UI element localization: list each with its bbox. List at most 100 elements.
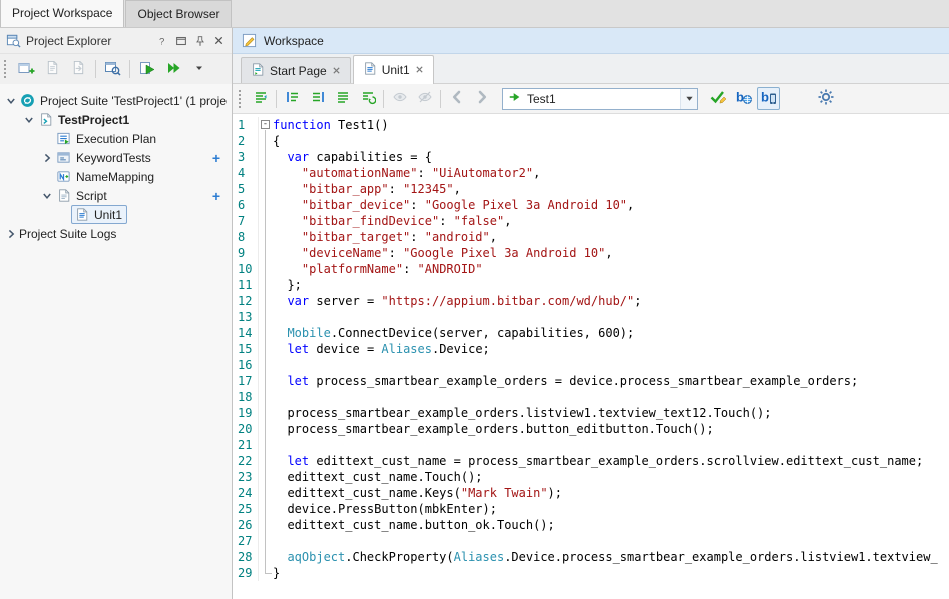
tree-item-keywordtests[interactable]: KeywordTests+	[0, 148, 232, 167]
code-line[interactable]: 1-function Test1()	[233, 117, 949, 133]
float-window-icon[interactable]	[172, 32, 189, 50]
code-line[interactable]: 20 process_smartbear_example_orders.butt…	[233, 421, 949, 437]
line-number[interactable]: 29	[233, 565, 259, 581]
code-line[interactable]: 16	[233, 357, 949, 373]
code-line[interactable]: 2{	[233, 133, 949, 149]
line-number[interactable]: 3	[233, 149, 259, 165]
code-line[interactable]: 6 "bitbar_device": "Google Pixel 3a Andr…	[233, 197, 949, 213]
code-line[interactable]: 19 process_smartbear_example_orders.list…	[233, 405, 949, 421]
line-number[interactable]: 18	[233, 389, 259, 405]
tree-item-unit1[interactable]: Unit1	[0, 205, 232, 224]
forward-arrow-button[interactable]	[470, 87, 493, 110]
tree-item-body[interactable]: NameMapping	[53, 167, 159, 186]
tree-item-body[interactable]: Execution Plan	[53, 129, 161, 148]
chevron-down-icon[interactable]	[4, 96, 17, 106]
tree-item-execution-plan[interactable]: Execution Plan	[0, 129, 232, 148]
line-number[interactable]: 27	[233, 533, 259, 549]
code-editor[interactable]: 1-function Test1()2{3 var capabilities =…	[233, 114, 949, 599]
line-number[interactable]: 11	[233, 277, 259, 293]
format-lines-button[interactable]	[331, 87, 354, 110]
object-browser-button[interactable]	[101, 58, 124, 81]
tree-item-body[interactable]: Project Suite Logs	[17, 225, 121, 243]
open-item-button[interactable]	[67, 58, 90, 81]
indent-left-button[interactable]	[281, 87, 304, 110]
code-line[interactable]: 11 };	[233, 277, 949, 293]
view-tab-project-workspace[interactable]: Project Workspace	[0, 0, 124, 27]
code-line[interactable]: 23 edittext_cust_name.Touch();	[233, 469, 949, 485]
code-line[interactable]: 3 var capabilities = {	[233, 149, 949, 165]
line-number[interactable]: 1	[233, 117, 259, 133]
add-project-suite-button[interactable]	[15, 58, 38, 81]
tree-item-body[interactable]: Project Suite 'TestProject1' (1 project)	[17, 91, 232, 110]
line-number[interactable]: 13	[233, 309, 259, 325]
chevron-down-icon[interactable]	[40, 191, 53, 201]
code-line[interactable]: 12 var server = "https://appium.bitbar.c…	[233, 293, 949, 309]
line-number[interactable]: 24	[233, 485, 259, 501]
tree-item-script[interactable]: Script +	[0, 186, 232, 205]
line-number[interactable]: 22	[233, 453, 259, 469]
view-designer-button[interactable]	[413, 87, 436, 110]
run-all-button[interactable]	[161, 58, 184, 81]
code-line[interactable]: 18	[233, 389, 949, 405]
tree-item-project-suite-testproject1-1-project[interactable]: Project Suite 'TestProject1' (1 project)	[0, 91, 232, 110]
dropdown-caret-button[interactable]	[187, 58, 210, 81]
bitbar-device-button[interactable]: b	[757, 87, 780, 110]
combo-dropdown-button[interactable]	[680, 89, 697, 109]
tree-item-body[interactable]: TestProject1	[35, 110, 134, 129]
line-number[interactable]: 26	[233, 517, 259, 533]
close-icon[interactable]	[210, 32, 227, 50]
tree-item-body[interactable]: Script	[53, 186, 112, 205]
line-number[interactable]: 20	[233, 421, 259, 437]
tree-item-testproject1[interactable]: TestProject1	[0, 110, 232, 129]
line-number[interactable]: 4	[233, 165, 259, 181]
code-line[interactable]: 26 edittext_cust_name.button_ok.Touch();	[233, 517, 949, 533]
line-number[interactable]: 5	[233, 181, 259, 197]
line-number[interactable]: 19	[233, 405, 259, 421]
line-number[interactable]: 15	[233, 341, 259, 357]
code-line[interactable]: 8 "bitbar_target": "android",	[233, 229, 949, 245]
code-line[interactable]: 17 let process_smartbear_example_orders …	[233, 373, 949, 389]
settings-gear-button[interactable]	[814, 87, 837, 110]
code-line[interactable]: 15 let device = Aliases.Device;	[233, 341, 949, 357]
line-number[interactable]: 17	[233, 373, 259, 389]
add-child-button[interactable]: +	[212, 189, 232, 203]
pin-icon[interactable]	[191, 32, 208, 50]
indent-right-button[interactable]	[306, 87, 329, 110]
code-line[interactable]: 9 "deviceName": "Google Pixel 3a Android…	[233, 245, 949, 261]
code-line[interactable]: 28 aqObject.CheckProperty(Aliases.Device…	[233, 549, 949, 565]
help-icon[interactable]: ?	[153, 32, 170, 50]
back-arrow-button[interactable]	[445, 87, 468, 110]
chevron-right-icon[interactable]	[40, 153, 53, 163]
chevron-down-icon[interactable]	[22, 115, 35, 125]
code-line[interactable]: 27	[233, 533, 949, 549]
line-number[interactable]: 9	[233, 245, 259, 261]
code-line[interactable]: 29}	[233, 565, 949, 581]
code-line[interactable]: 25 device.PressButton(mbkEnter);	[233, 501, 949, 517]
chevron-right-icon[interactable]	[4, 229, 17, 239]
fold-collapse-icon[interactable]: -	[259, 117, 273, 133]
code-line[interactable]: 14 Mobile.ConnectDevice(server, capabili…	[233, 325, 949, 341]
line-number[interactable]: 7	[233, 213, 259, 229]
format-refactor-button[interactable]	[356, 87, 379, 110]
line-number[interactable]: 2	[233, 133, 259, 149]
document-tab-start-page[interactable]: Start Page	[241, 57, 351, 83]
run-project-button[interactable]	[135, 58, 158, 81]
tree-item-body[interactable]: KeywordTests	[53, 148, 156, 167]
code-line[interactable]: 5 "bitbar_app": "12345",	[233, 181, 949, 197]
line-number[interactable]: 6	[233, 197, 259, 213]
line-number[interactable]: 25	[233, 501, 259, 517]
format-code-button[interactable]	[249, 87, 272, 110]
code-line[interactable]: 4 "automationName": "UiAutomator2",	[233, 165, 949, 181]
bitbar-browser-button[interactable]: b	[732, 87, 755, 110]
line-number[interactable]: 10	[233, 261, 259, 277]
line-number[interactable]: 14	[233, 325, 259, 341]
view-code-button[interactable]	[388, 87, 411, 110]
code-line[interactable]: 13	[233, 309, 949, 325]
code-line[interactable]: 7 "bitbar_findDevice": "false",	[233, 213, 949, 229]
document-tab-unit1[interactable]: Unit1	[353, 55, 434, 84]
code-line[interactable]: 10 "platformName": "ANDROID"	[233, 261, 949, 277]
tree-item-body[interactable]: Unit1	[71, 205, 127, 224]
syntax-check-button[interactable]	[707, 87, 730, 110]
add-item-button[interactable]	[41, 58, 64, 81]
tree-item-namemapping[interactable]: NameMapping	[0, 167, 232, 186]
